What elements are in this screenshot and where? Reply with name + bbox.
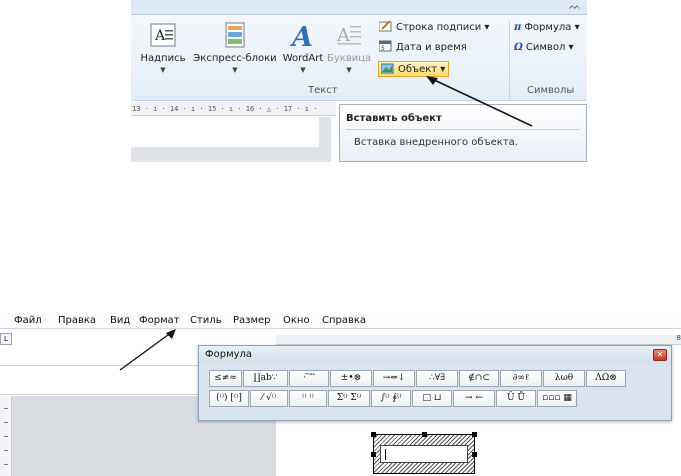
formula-button[interactable]: π Формула ▾ xyxy=(514,20,580,36)
menu-view[interactable]: Вид xyxy=(110,315,130,326)
equation-object[interactable] xyxy=(371,432,477,474)
vertical-ruler[interactable] xyxy=(0,396,12,476)
palette-footer xyxy=(199,410,671,420)
calendar-icon: 5 xyxy=(378,40,393,52)
relations-button[interactable]: ≤≠≈ xyxy=(209,370,242,387)
resize-handle[interactable] xyxy=(371,452,376,457)
ribbon-title-strip: ᨓ xyxy=(131,0,587,15)
resize-handle[interactable] xyxy=(422,432,427,437)
chevron-down-icon: ▼ xyxy=(160,66,166,74)
chevron-down-icon: ▼ xyxy=(232,66,238,74)
tooltip-description: Вставка внедренного объекта. xyxy=(354,137,518,148)
operators-button[interactable]: ±•⊗ xyxy=(330,370,372,387)
ribbon-collapse-icon[interactable]: ᨓ xyxy=(569,1,581,12)
products-set-button[interactable]: Ū Ů xyxy=(496,390,536,407)
textbox-label: Надпись xyxy=(140,53,186,64)
greek-upper-button[interactable]: ΛΩ⊗ xyxy=(586,370,626,387)
quickparts-icon xyxy=(221,21,249,49)
symbol-button[interactable]: Ω Символ ▾ xyxy=(514,40,574,56)
palette-title: Формула xyxy=(205,349,253,360)
equation-editor-screenshot: Файл Правка Вид Формат Стиль Размер Окно… xyxy=(0,313,681,476)
resize-handle[interactable] xyxy=(472,432,477,437)
resize-handle[interactable] xyxy=(371,432,376,437)
object-label: Объект xyxy=(398,64,438,75)
signature-line-label: Строка подписи xyxy=(396,22,482,33)
object-tooltip: Вставить объект Вставка внедренного объе… xyxy=(339,104,587,162)
subscript-superscript-button[interactable]: ⁽⁾ ⁽⁾ xyxy=(289,390,327,407)
symbol-label: Символ xyxy=(525,42,566,53)
embellishments-button[interactable]: ⋅ ̈ ⃗ ⃗ xyxy=(289,370,329,387)
integral-button[interactable]: ∫⁽⁾ ∮⁽⁾ xyxy=(371,390,411,407)
menu-style[interactable]: Стиль xyxy=(190,315,222,326)
dropcap-label: Буквица xyxy=(327,53,372,64)
textbox-icon: A xyxy=(149,21,177,49)
object-button[interactable]: Объект ▾ xyxy=(378,61,450,77)
resize-handle[interactable] xyxy=(472,452,477,457)
root: ᨓ A Надпись ▼ Экспресс-блоки ▼ A WordArt… xyxy=(0,0,681,476)
menu-format[interactable]: Формат xyxy=(139,315,180,326)
palette-title-bar[interactable]: Формула xyxy=(199,346,671,364)
svg-text:A: A xyxy=(289,22,313,49)
menu-file[interactable]: Файл xyxy=(14,315,42,326)
set-theory-button[interactable]: ∉∩⊂ xyxy=(459,370,499,387)
formula-palette: Формула ✕ ≤≠≈ ∐ab∵ ⋅ ̈ ⃗ ⃗ ±•⊗ →⇔↓ ∴∀∃ ∉… xyxy=(198,345,672,421)
greek-lower-button[interactable]: λωθ xyxy=(543,370,585,387)
symbols-group-label: Символы xyxy=(527,85,575,96)
summation-button[interactable]: Σ⁽⁾ Σ⁽⁾ xyxy=(328,390,370,407)
ribbon-screenshot: ᨓ A Надпись ▼ Экспресс-блоки ▼ A WordArt… xyxy=(131,0,587,162)
object-icon xyxy=(380,62,395,74)
underbar-overbar-button[interactable]: □ ⊔ xyxy=(412,390,452,407)
chevron-down-icon: ▼ xyxy=(346,66,352,74)
menu-edit[interactable]: Правка xyxy=(58,315,96,326)
ruler-number: 8 xyxy=(676,334,681,342)
logic-button[interactable]: ∴∀∃ xyxy=(416,370,458,387)
svg-text:A: A xyxy=(336,25,351,46)
horizontal-ruler[interactable]: 8 xyxy=(276,334,681,345)
wordart-button[interactable]: A WordArt ▼ xyxy=(279,21,327,74)
menu-window[interactable]: Окно xyxy=(283,315,310,326)
menu-size[interactable]: Размер xyxy=(233,315,271,326)
text-group-label: Текст xyxy=(308,85,338,96)
palette-row-templates: (⁽⁾) [⁽⁾] ⁄ √⁽⁾ ⁽⁾ ⁽⁾ Σ⁽⁾ Σ⁽⁾ ∫⁽⁾ ∮⁽⁾ □ … xyxy=(209,390,578,407)
arrows-button[interactable]: →⇔↓ xyxy=(373,370,415,387)
horizontal-ruler[interactable]: 13 · ı · 14 · ı · 15 · ı · 16 · △ · 17 ·… xyxy=(131,102,336,116)
wordart-label: WordArt xyxy=(282,53,324,64)
dropcap-button[interactable]: A Буквица ▼ xyxy=(327,21,371,74)
svg-text:5: 5 xyxy=(381,45,385,52)
chevron-down-icon: ▼ xyxy=(300,66,306,74)
tooltip-divider xyxy=(346,129,580,130)
signature-line-button[interactable]: Строка подписи ▾ xyxy=(378,20,489,36)
palette-row-symbols: ≤≠≈ ∐ab∵ ⋅ ̈ ⃗ ⃗ ±•⊗ →⇔↓ ∴∀∃ ∉∩⊂ ∂∞ℓ λωθ… xyxy=(209,370,627,387)
text-cursor xyxy=(385,449,386,460)
pi-icon: π xyxy=(514,22,522,33)
textbox-button[interactable]: A Надпись ▼ xyxy=(135,21,191,74)
misc-symbols-button[interactable]: ∂∞ℓ xyxy=(500,370,542,387)
menu-help[interactable]: Справка xyxy=(322,315,366,326)
menu-bar: Файл Правка Вид Формат Стиль Размер Окно… xyxy=(0,313,681,329)
signature-pen-icon xyxy=(378,20,393,32)
omega-icon: Ω xyxy=(514,42,523,53)
equation-input-slot[interactable] xyxy=(380,445,468,463)
fraction-radical-button[interactable]: ⁄ √⁽⁾ xyxy=(250,390,288,407)
matrix-button[interactable]: ▫▫▫ ▦ xyxy=(537,390,577,407)
group-separator xyxy=(509,21,510,99)
quickparts-button[interactable]: Экспресс-блоки ▼ xyxy=(193,21,277,74)
date-time-label: Дата и время xyxy=(396,42,467,53)
fence-templates-button[interactable]: (⁽⁾) [⁽⁾] xyxy=(209,390,249,407)
date-time-button[interactable]: 5 Дата и время xyxy=(378,40,467,56)
ribbon-body: A Надпись ▼ Экспресс-блоки ▼ A WordArt ▼… xyxy=(131,15,587,101)
close-icon[interactable]: ✕ xyxy=(653,349,667,361)
document-strip xyxy=(0,365,198,395)
spaces-button[interactable]: ∐ab∵ xyxy=(243,370,288,387)
dropcap-icon: A xyxy=(335,21,363,49)
wordart-icon: A xyxy=(289,21,317,53)
quickparts-label: Экспресс-блоки xyxy=(193,53,277,64)
svg-text:A: A xyxy=(154,28,166,44)
formula-label: Формула xyxy=(524,22,572,33)
tab-selector[interactable]: L xyxy=(0,333,12,345)
tooltip-title: Вставить объект xyxy=(346,113,442,124)
document-page[interactable] xyxy=(131,117,319,147)
labeled-arrows-button[interactable]: → ← xyxy=(453,390,495,407)
